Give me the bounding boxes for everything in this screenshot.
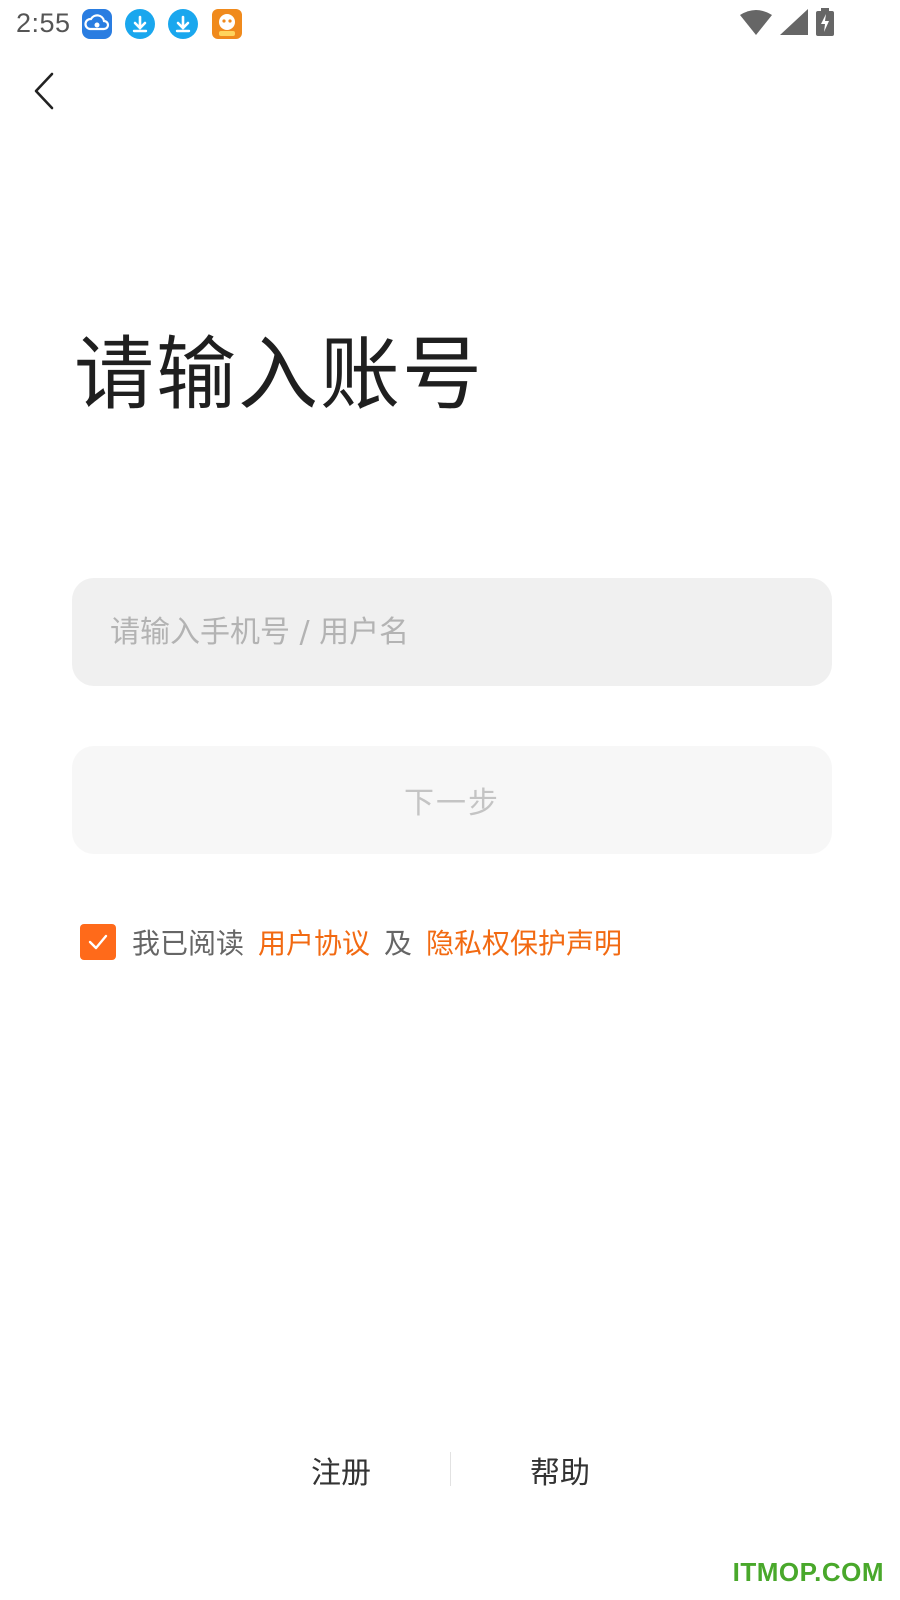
user-agreement-link[interactable]: 用户协议: [258, 922, 370, 962]
register-link[interactable]: 注册: [311, 1448, 371, 1492]
watermark: ITMOP.COM: [732, 1557, 884, 1587]
game-app-icon: [212, 9, 242, 39]
status-bar: 2:55: [0, 0, 900, 50]
cellular-signal-icon: [780, 9, 808, 39]
download-icon: [125, 9, 155, 39]
page-title: 请输入账号: [74, 328, 484, 421]
download-icon: [168, 9, 198, 39]
back-button[interactable]: [26, 70, 62, 116]
wifi-icon: [740, 9, 772, 39]
privacy-statement-link[interactable]: 隐私权保护声明: [426, 922, 622, 962]
status-time: 2:55: [16, 8, 71, 38]
chevron-left-icon: [32, 71, 56, 115]
account-input[interactable]: [72, 578, 832, 686]
checkmark-icon: [88, 934, 108, 950]
battery-charging-icon: [816, 8, 834, 40]
footer-links: 注册 帮助: [0, 1448, 900, 1498]
system-status-icons: [740, 8, 834, 40]
agreement-prefix: 我已阅读: [132, 927, 245, 960]
help-link[interactable]: 帮助: [530, 1448, 590, 1492]
agreement-checkbox[interactable]: [80, 924, 116, 960]
account-input-container: [72, 578, 832, 686]
cloud-app-icon: [82, 9, 112, 39]
agreement-conjunction: 及: [384, 927, 413, 960]
next-button[interactable]: 下一步: [72, 746, 832, 854]
footer-divider: [450, 1452, 451, 1486]
agreement-row: 我已阅读 用户协议 及 隐私权保护声明: [80, 922, 622, 962]
